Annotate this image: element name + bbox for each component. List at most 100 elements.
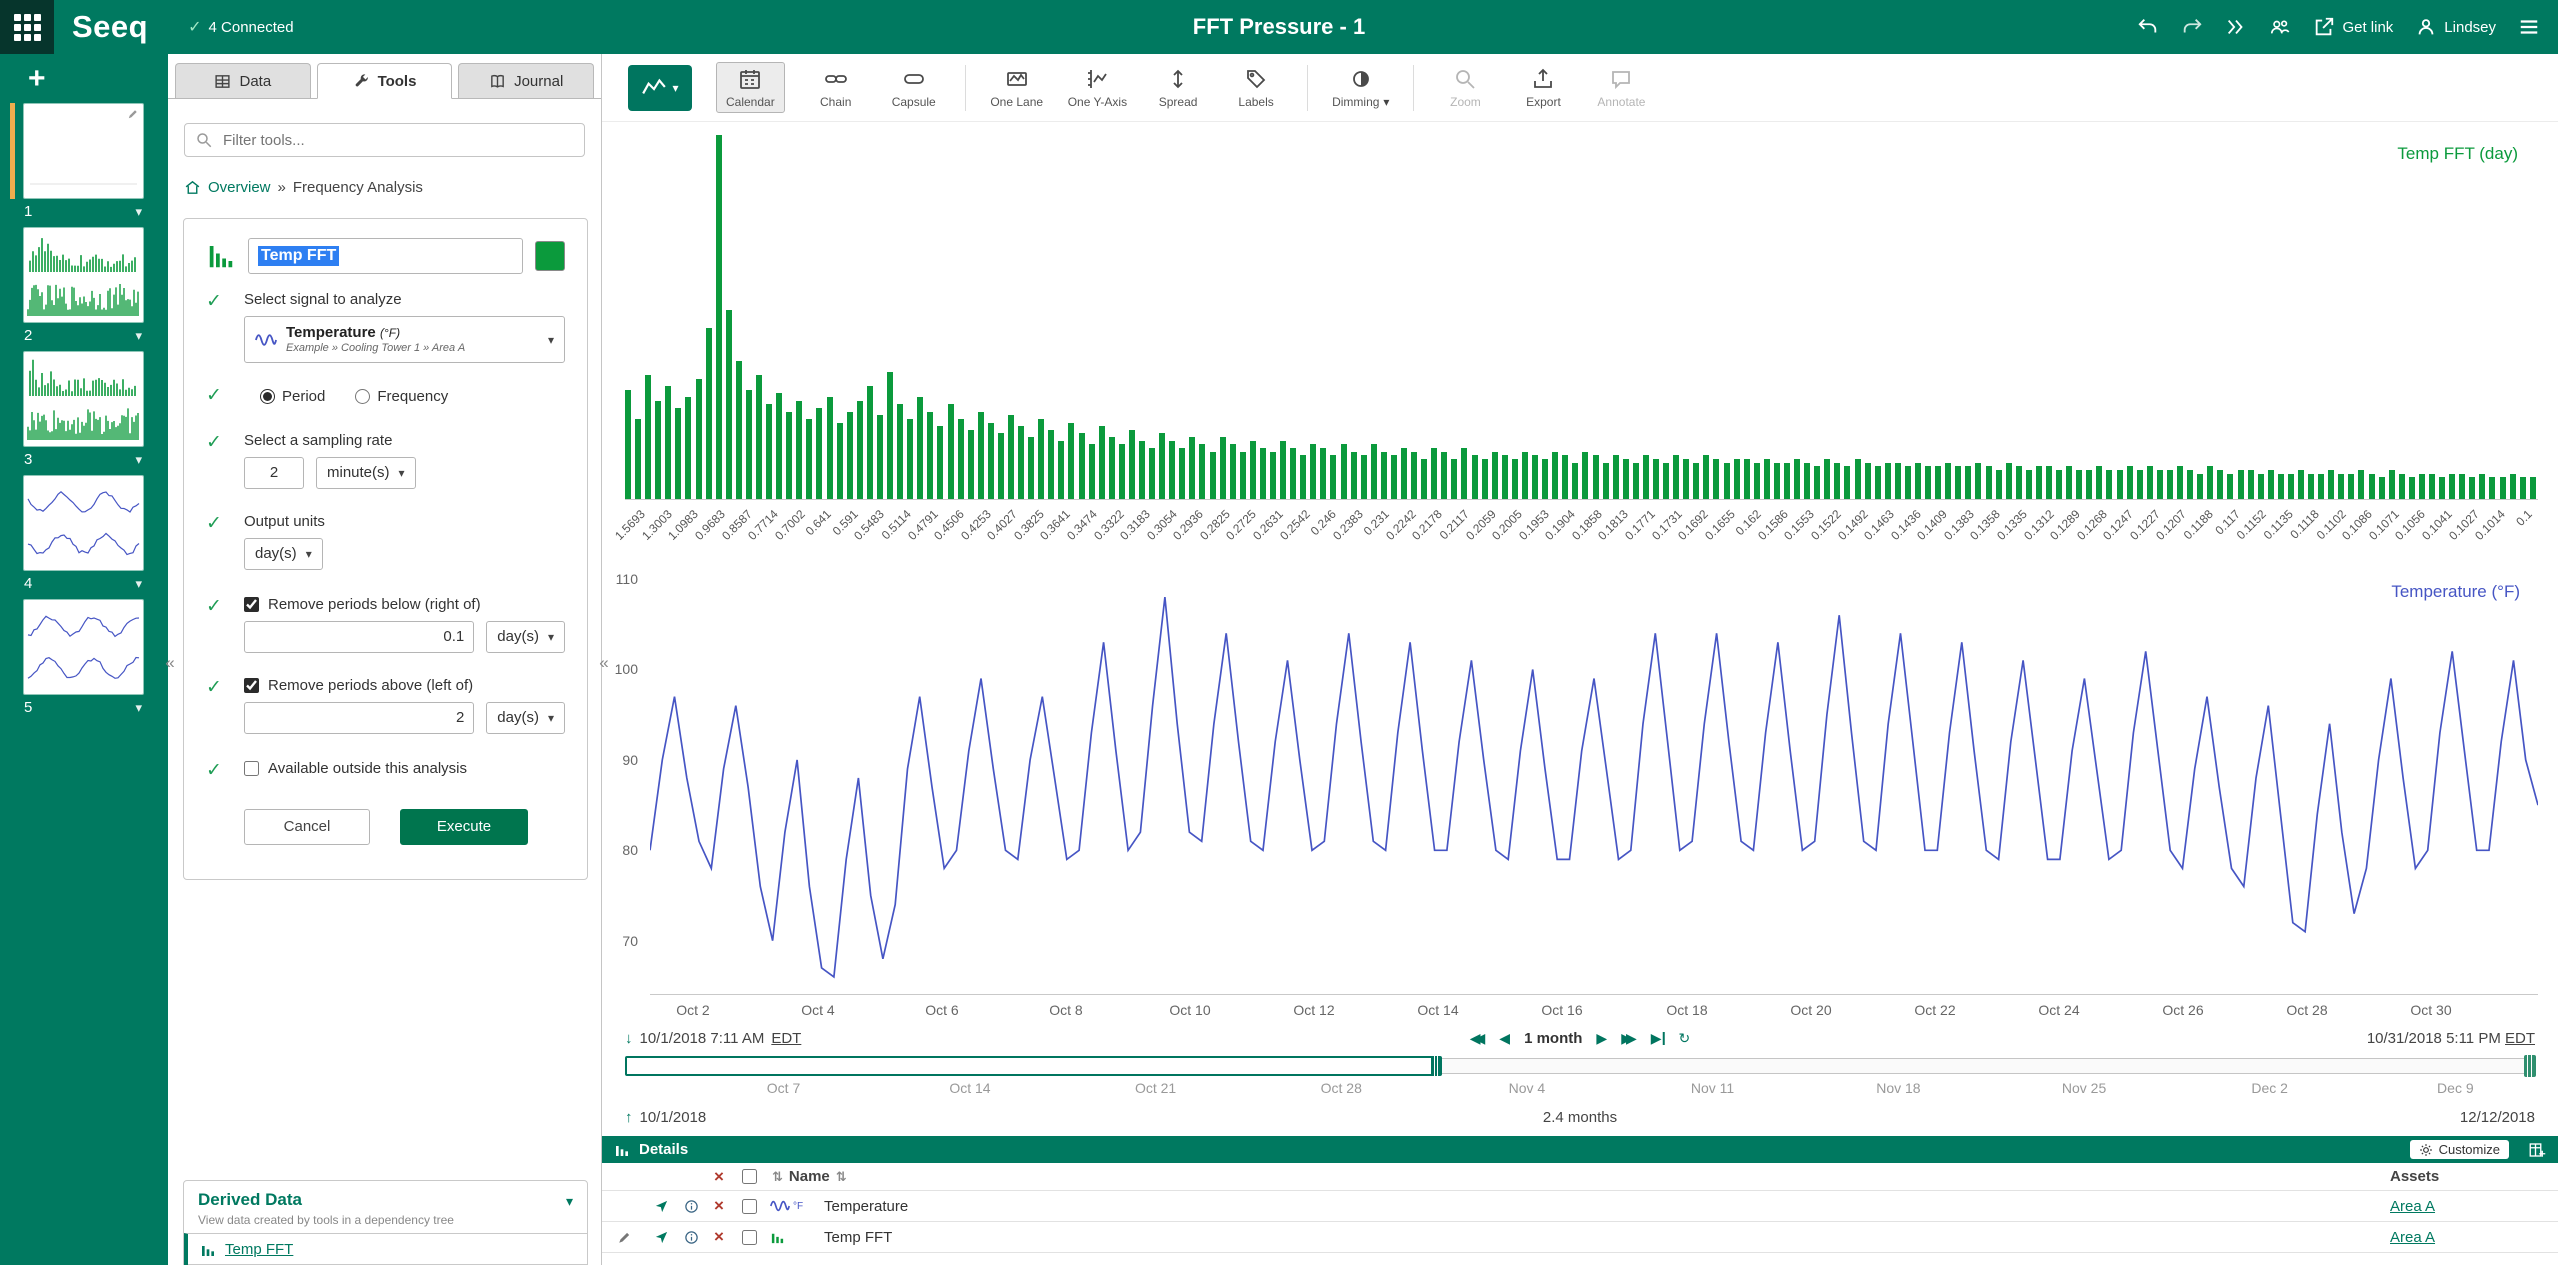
derived-data-header[interactable]: Derived Data View data created by tools … — [184, 1181, 587, 1233]
remove-item-icon[interactable]: × — [706, 1227, 732, 1247]
info-icon[interactable] — [676, 1199, 706, 1214]
sampling-rate-input[interactable] — [244, 457, 304, 489]
timeline-selection-handle[interactable] — [1431, 1056, 1442, 1076]
cancel-button[interactable]: Cancel — [244, 809, 370, 845]
toolbar-one-lane-button[interactable]: One Lane — [990, 67, 1044, 109]
worksheet-thumbnail[interactable] — [23, 227, 144, 323]
collaborators-button[interactable] — [2269, 16, 2291, 38]
info-icon[interactable] — [676, 1230, 706, 1245]
remove-above-value-input[interactable] — [244, 702, 474, 734]
chevron-down-icon[interactable]: ▾ — [566, 1193, 573, 1210]
remove-below-checkbox[interactable]: Remove periods below (right of) — [244, 596, 565, 613]
edit-item-icon[interactable] — [602, 1230, 646, 1245]
user-menu[interactable]: Lindsey — [2415, 16, 2496, 38]
item-name[interactable]: Temp FFT — [824, 1229, 892, 1246]
investigate-duration-label[interactable]: 2.4 months — [1543, 1109, 1617, 1126]
timezone-link[interactable]: EDT — [2505, 1030, 2535, 1047]
toolbar-chain-button[interactable]: Chain — [809, 67, 863, 109]
toolbar-zoom-button[interactable]: Zoom — [1438, 67, 1492, 109]
get-link-button[interactable]: Get link — [2313, 16, 2393, 38]
display-range-end[interactable]: 10/31/2018 5:11 PM EDT — [2367, 1030, 2535, 1047]
tab-data[interactable]: Data — [175, 63, 311, 98]
tab-tools[interactable]: Tools — [317, 63, 453, 99]
frequency-radio[interactable]: Frequency — [355, 388, 448, 405]
timezone-link[interactable]: EDT — [771, 1030, 801, 1047]
asset-link[interactable]: Area A — [2390, 1198, 2435, 1215]
step-back-half-button[interactable]: ◀ — [1499, 1030, 1510, 1047]
execute-button[interactable]: Execute — [400, 809, 528, 845]
chevron-down-icon[interactable]: ▾ — [135, 576, 142, 592]
sort-icon[interactable]: ⇅ — [772, 1169, 783, 1185]
worksheet-thumbnail[interactable] — [23, 475, 144, 571]
collapse-worksheet-panel-handle[interactable]: « — [162, 648, 178, 678]
collapse-tool-panel-handle[interactable]: « — [596, 648, 612, 678]
remove-above-unit-select[interactable]: day(s)▾ — [486, 702, 565, 734]
select-all-checkbox[interactable] — [742, 1169, 757, 1184]
select-item-checkbox[interactable] — [742, 1230, 757, 1245]
toolbar-annotate-button[interactable]: Annotate — [1594, 67, 1648, 109]
investigate-range-end[interactable]: 12/12/2018 — [2460, 1109, 2535, 1126]
fast-forward-button[interactable] — [2225, 16, 2247, 38]
hamburger-menu-button[interactable] — [2518, 16, 2540, 38]
refresh-icon[interactable]: ↻ — [1679, 1030, 1691, 1047]
toolbar-spread-button[interactable]: Spread — [1151, 67, 1205, 109]
remove-above-checkbox[interactable]: Remove periods above (left of) — [244, 677, 565, 694]
chevron-down-icon[interactable]: ▾ — [135, 204, 142, 220]
step-forward-full-button[interactable]: ▶▶ — [1621, 1030, 1637, 1047]
display-range-start[interactable]: ↓ 10/1/2018 7:11 AM EDT — [625, 1030, 801, 1047]
remove-below-unit-select[interactable]: day(s)▾ — [486, 621, 565, 653]
step-forward-half-button[interactable]: ▶ — [1596, 1030, 1607, 1047]
edit-worksheet-icon[interactable] — [127, 107, 139, 125]
chevron-down-icon[interactable]: ▾ — [135, 328, 142, 344]
add-column-icon[interactable] — [2528, 1141, 2546, 1159]
home-icon[interactable] — [184, 179, 201, 196]
worksheet-thumbnail[interactable] — [23, 351, 144, 447]
step-back-full-button[interactable]: ◀◀ — [1470, 1030, 1486, 1047]
item-name[interactable]: Temperature — [824, 1198, 908, 1215]
investigate-timeline[interactable] — [625, 1058, 2535, 1074]
remove-item-icon[interactable]: × — [706, 1196, 732, 1216]
toolbar-labels-button[interactable]: Labels — [1229, 67, 1283, 109]
worksheet-thumbnail[interactable] — [23, 103, 144, 199]
navigate-to-item-icon[interactable] — [646, 1230, 676, 1245]
sort-icon[interactable]: ⇅ — [836, 1169, 847, 1185]
sampling-unit-select[interactable]: minute(s)▾ — [316, 457, 416, 489]
period-radio[interactable]: Period — [260, 388, 325, 405]
signal-select[interactable]: Temperature (°F) Example » Cooling Tower… — [244, 316, 565, 363]
duration-label[interactable]: 1 month — [1524, 1030, 1582, 1047]
redo-button[interactable] — [2181, 16, 2203, 38]
chart-type-button[interactable]: ▾ — [628, 65, 692, 111]
tool-name-input[interactable]: Temp FFT — [248, 238, 523, 274]
toolbar-capsule-button[interactable]: Capsule — [887, 67, 941, 109]
chevron-down-icon[interactable]: ▾ — [135, 700, 142, 716]
output-units-select[interactable]: day(s)▾ — [244, 538, 323, 570]
breadcrumb-overview-link[interactable]: Overview — [208, 179, 271, 196]
remove-below-value-input[interactable] — [244, 621, 474, 653]
chevron-down-icon[interactable]: ▾ — [135, 452, 142, 468]
fft-chart[interactable] — [625, 134, 2538, 500]
tab-journal[interactable]: Journal — [458, 63, 594, 98]
available-outside-checkbox[interactable]: Available outside this analysis — [244, 760, 565, 777]
select-item-checkbox[interactable] — [742, 1199, 757, 1214]
temperature-chart[interactable] — [650, 570, 2538, 995]
remove-all-button[interactable]: × — [706, 1167, 732, 1187]
timeline-selection[interactable] — [625, 1056, 1438, 1076]
worksheet-thumbnail[interactable] — [23, 599, 144, 695]
toolbar-one-y-axis-button[interactable]: One Y-Axis — [1068, 67, 1127, 109]
connection-status[interactable]: ✓ 4 Connected — [188, 17, 293, 37]
navigate-to-item-icon[interactable] — [646, 1199, 676, 1214]
toolbar-dimming-button[interactable]: Dimming▾ — [1332, 67, 1389, 109]
customize-button[interactable]: Customize — [2410, 1140, 2509, 1159]
undo-button[interactable] — [2137, 16, 2159, 38]
toolbar-calendar-button[interactable]: Calendar — [716, 62, 785, 113]
step-to-end-button[interactable]: ▶ — [1651, 1030, 1665, 1047]
asset-link[interactable]: Area A — [2390, 1229, 2435, 1246]
derived-item-link[interactable]: Temp FFT — [225, 1241, 293, 1258]
timeline-end-handle[interactable] — [2524, 1055, 2536, 1077]
search-input[interactable] — [184, 123, 585, 157]
toolbar-export-button[interactable]: Export — [1516, 67, 1570, 109]
seeq-logo[interactable]: Seeq — [72, 9, 148, 45]
add-worksheet-button[interactable]: + — [0, 54, 168, 96]
investigate-range-start[interactable]: ↑ 10/1/2018 — [625, 1109, 706, 1126]
app-switcher-button[interactable] — [0, 0, 54, 54]
